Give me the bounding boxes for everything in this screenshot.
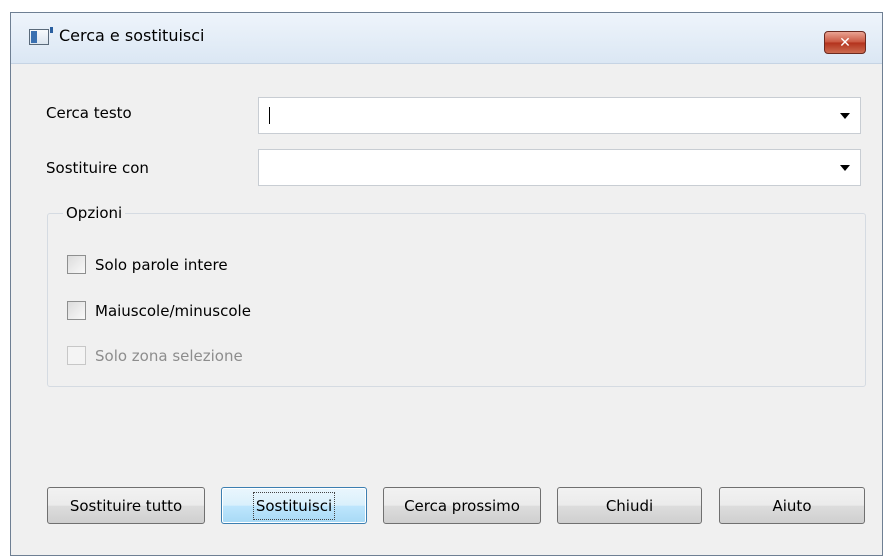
selection-only-label: Solo zona selezione — [95, 346, 243, 365]
chevron-down-icon[interactable] — [840, 113, 850, 119]
find-text-label: Cerca testo — [46, 104, 132, 122]
checkbox-box — [67, 346, 86, 365]
close-window-button[interactable]: ✕ — [824, 31, 866, 54]
help-button[interactable]: Aiuto — [719, 487, 865, 524]
selection-only-checkbox: Solo zona selezione — [67, 346, 243, 365]
text-caret — [269, 107, 270, 124]
replace-all-button[interactable]: Sostituire tutto — [47, 487, 205, 524]
window-title: Cerca e sostituisci — [59, 26, 205, 45]
replace-label: Sostituisci — [252, 491, 336, 520]
title-bar[interactable]: Cerca e sostituisci ✕ — [11, 13, 882, 64]
help-label: Aiuto — [772, 496, 812, 515]
replace-with-combobox[interactable] — [258, 149, 861, 186]
match-case-checkbox[interactable]: Maiuscole/minuscole — [67, 301, 251, 320]
options-group-label: Opzioni — [63, 204, 126, 222]
whole-words-label: Solo parole intere — [95, 255, 228, 274]
find-text-combobox[interactable] — [258, 97, 861, 134]
close-label: Chiudi — [605, 496, 654, 515]
find-next-label: Cerca prossimo — [404, 496, 520, 515]
dialog-window: Cerca e sostituisci ✕ Cerca testo Sostit… — [10, 12, 883, 556]
whole-words-checkbox[interactable]: Solo parole intere — [67, 255, 228, 274]
match-case-label: Maiuscole/minuscole — [95, 301, 251, 320]
checkbox-box[interactable] — [67, 255, 86, 274]
window-icon — [29, 27, 53, 45]
close-icon: ✕ — [839, 34, 851, 51]
find-next-button[interactable]: Cerca prossimo — [383, 487, 541, 524]
replace-button[interactable]: Sostituisci — [221, 487, 367, 524]
replace-with-label: Sostituire con — [46, 159, 149, 177]
close-button[interactable]: Chiudi — [557, 487, 702, 524]
checkbox-box[interactable] — [67, 301, 86, 320]
replace-all-label: Sostituire tutto — [69, 496, 183, 515]
chevron-down-icon[interactable] — [840, 165, 850, 171]
